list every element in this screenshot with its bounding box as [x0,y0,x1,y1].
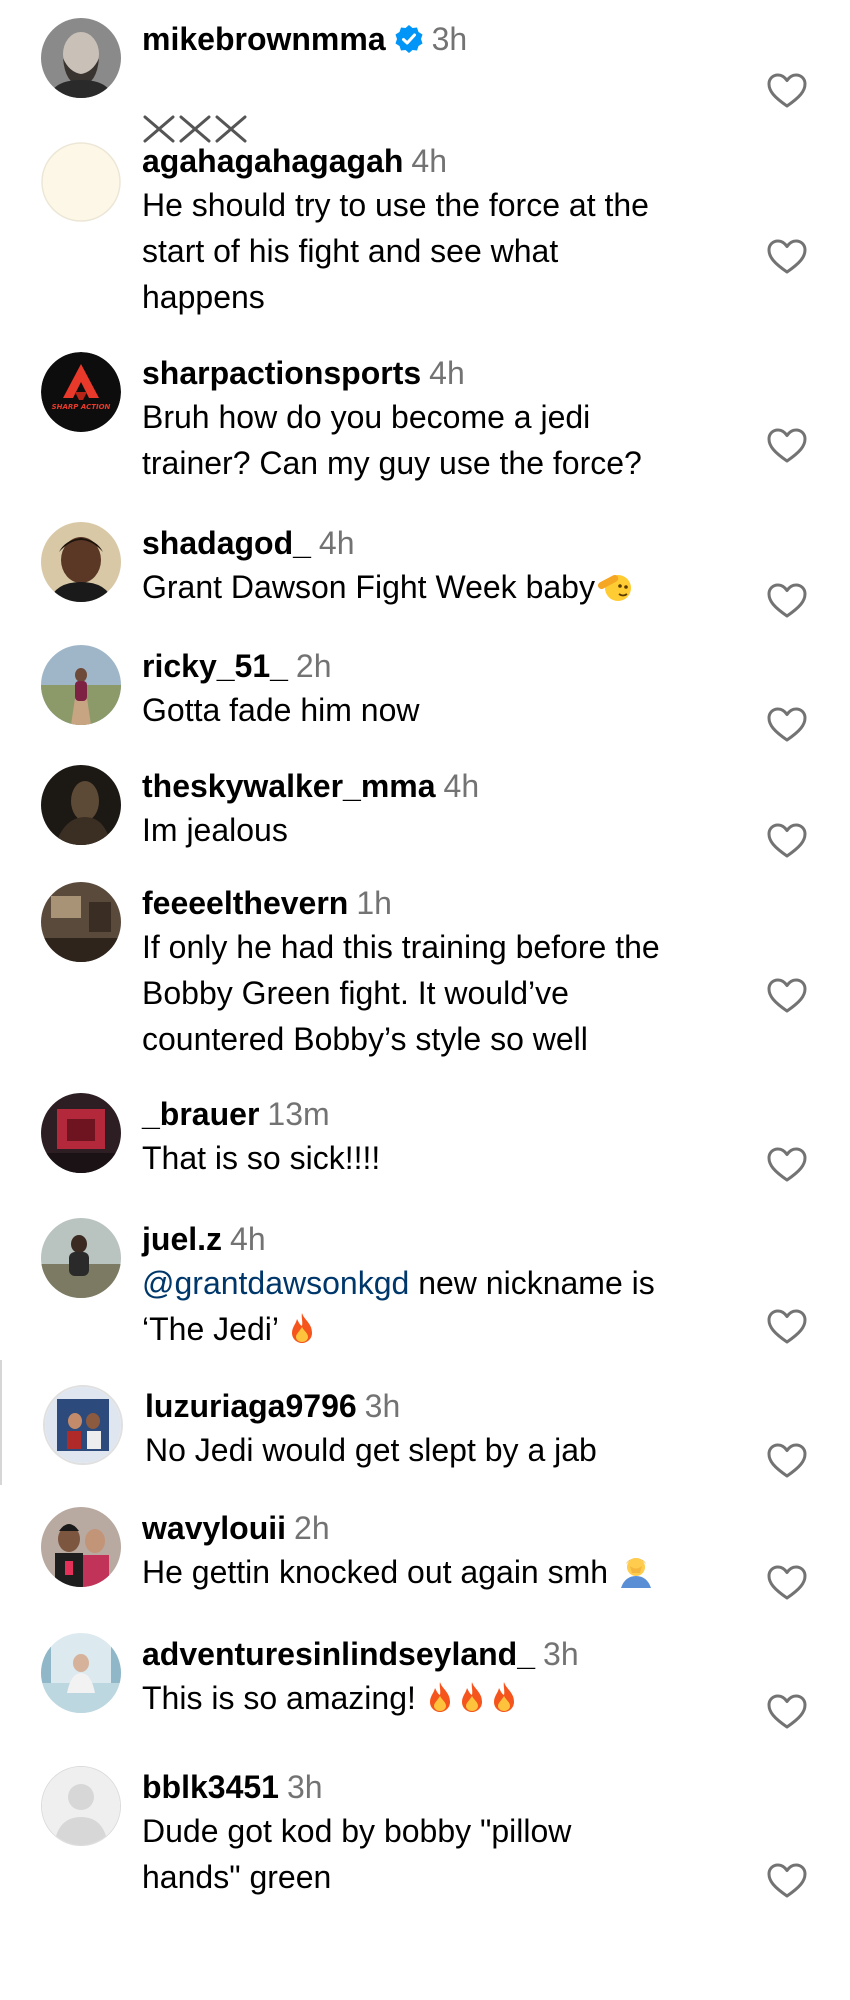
avatar[interactable] [41,18,121,98]
avatar[interactable] [41,142,121,222]
comment-text: If only he had this training before the … [142,929,660,1057]
comment-time: 3h [286,1769,323,1805]
comment-time: 1h [356,885,392,921]
like-heart-icon[interactable] [766,706,808,744]
like-heart-icon[interactable] [766,977,808,1015]
comment-text: @grantdawsonkgd new nickname is ‘The Jed… [142,1260,762,1357]
sharp-action-logo-avatar[interactable]: SHARP ACTION [41,352,121,432]
like-heart-icon[interactable] [766,238,808,276]
username[interactable]: _brauer [142,1096,259,1132]
comment-time: 3h [431,21,468,57]
comment-text: He gettin knocked out again smh [142,1549,762,1600]
avatar[interactable] [41,645,121,725]
avatar[interactable] [41,1218,121,1298]
username[interactable]: shadagod_ [142,525,311,561]
avatar[interactable] [41,1507,121,1587]
avatar-logo-label: SHARP ACTION [52,403,111,411]
comment-text: Bruh how do you become a jedi trainer? C… [142,399,642,481]
person-facepalming-icon [617,1554,655,1600]
saluting-face-icon [595,569,633,615]
like-heart-icon[interactable] [766,1564,808,1602]
comment-text-content: He gettin knocked out again smh [142,1554,609,1590]
mention-link[interactable]: @grantdawsonkgd [142,1265,409,1301]
avatar[interactable] [41,765,121,845]
comment-text: Gotta fade him now [142,692,420,728]
avatar[interactable] [41,1093,121,1173]
fire-icon [287,1311,317,1357]
username[interactable]: adventuresinlindseyland_ [142,1636,535,1672]
like-heart-icon[interactable] [766,427,808,465]
username[interactable]: feeeelthevern [142,885,348,921]
comment-text: This is so amazing! [142,1675,762,1726]
thread-indicator-line [0,1360,2,1485]
like-heart-icon[interactable] [766,1146,808,1184]
default-avatar[interactable] [41,1766,121,1846]
avatar[interactable] [41,882,121,962]
username[interactable]: wavylouii [142,1510,286,1546]
comment-time: 2h [295,648,332,684]
comment-time: 4h [443,768,480,804]
like-heart-icon[interactable] [766,1442,808,1480]
like-heart-icon[interactable] [766,1862,808,1900]
comment-text: Im jealous [142,812,288,848]
username[interactable]: agahagahagagah [142,143,403,179]
comment-text-content: This is so amazing! [142,1680,416,1716]
avatar[interactable] [43,1385,123,1465]
comment-time: 4h [318,525,355,561]
comment-text: No Jedi would get slept by a jab [145,1432,597,1468]
verified-badge-icon [394,22,424,64]
comment-time: 3h [364,1388,401,1424]
fire-icon [425,1680,519,1726]
like-heart-icon[interactable] [766,582,808,620]
comment-text: Dude got kod by bobby "pillow hands" gre… [142,1813,572,1895]
username[interactable]: bblk3451 [142,1769,279,1805]
comment-time: 3h [543,1636,579,1672]
avatar[interactable] [41,1633,121,1713]
like-heart-icon[interactable] [766,1693,808,1731]
comment-text: Grant Dawson Fight Week baby [142,564,762,615]
comment-text: He should try to use the force at the st… [142,187,649,315]
comment-time: 4h [411,143,447,179]
username[interactable]: ricky_51_ [142,648,288,684]
username[interactable]: theskywalker_mma [142,768,436,804]
like-heart-icon[interactable] [766,1308,808,1346]
like-heart-icon[interactable] [766,822,808,860]
like-heart-icon[interactable] [766,72,808,110]
avatar[interactable] [41,522,121,602]
comment-time: 2h [294,1510,330,1546]
username[interactable]: juel.z [142,1221,222,1257]
username[interactable]: sharpactionsports [142,355,421,391]
comment-text: That is so sick!!!! [142,1140,381,1176]
comment-time: 4h [230,1221,266,1257]
username[interactable]: luzuriaga9796 [145,1388,357,1424]
comment-time: 4h [429,355,465,391]
comment-text-content: Grant Dawson Fight Week baby [142,569,595,605]
comment-time: 13m [267,1096,330,1132]
username[interactable]: mikebrownmma [142,21,386,57]
